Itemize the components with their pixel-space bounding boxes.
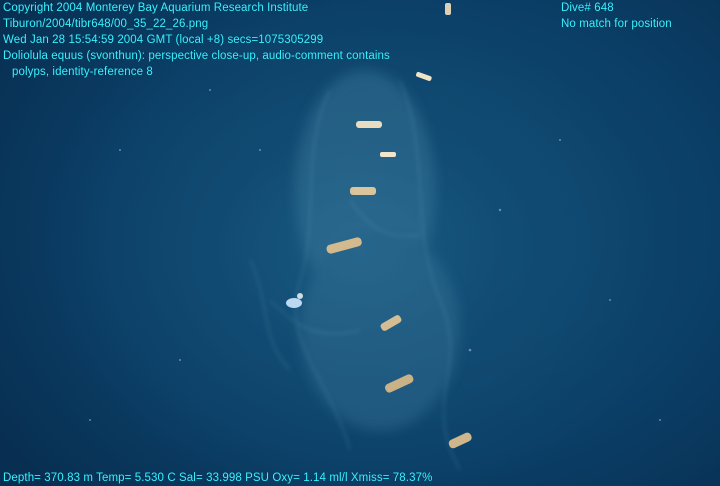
caption-top-right: Dive# 648 No match for position (561, 0, 672, 32)
annotation-text: Doliolula equus (svonthun): perspective … (3, 50, 390, 62)
sensor-readout: Depth= 370.83 m Temp= 5.530 C Sal= 33.99… (3, 470, 432, 486)
sensor-readout-text: Depth= 370.83 m Temp= 5.530 C Sal= 33.99… (3, 472, 433, 484)
annotation-text-continued: polyps, identity-reference 8 (12, 66, 153, 78)
image-path-text: Tiburon/2004/tibr648/00_35_22_26.png (3, 18, 209, 30)
timestamp-text: Wed Jan 28 15:54:59 2004 GMT (local +8) … (3, 34, 324, 46)
copyright-text: Copyright 2004 Monterey Bay Aquarium Res… (3, 2, 309, 14)
dive-number-text: Dive# 648 (561, 2, 614, 14)
position-status-text: No match for position (561, 18, 672, 30)
video-frame: Copyright 2004 Monterey Bay Aquarium Res… (0, 0, 720, 486)
caption-top-left: Copyright 2004 Monterey Bay Aquarium Res… (3, 0, 390, 80)
